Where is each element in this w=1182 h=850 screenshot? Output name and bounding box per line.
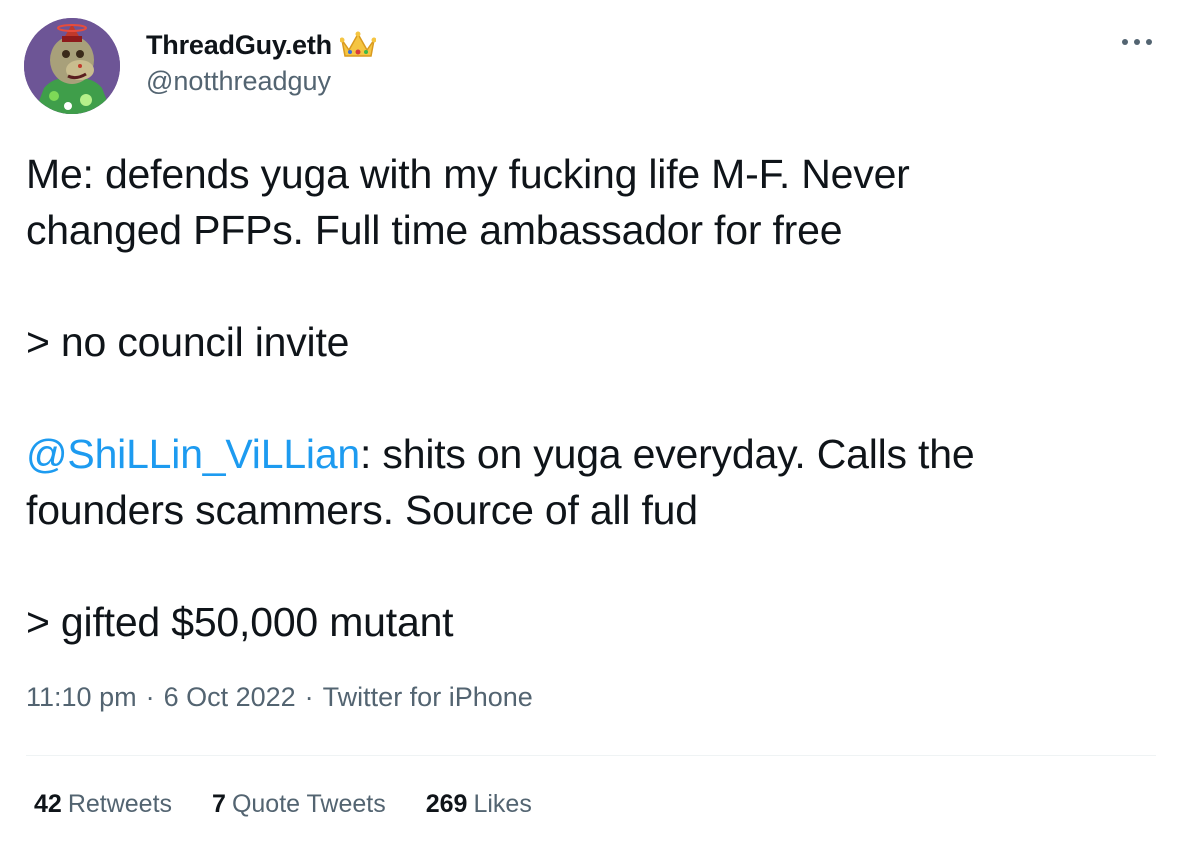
tweet-line-rest: : shits on yuga everyday. Calls the	[360, 431, 975, 477]
likes-stat[interactable]: 269 Likes	[426, 790, 532, 819]
tweet-source[interactable]: Twitter for iPhone	[323, 682, 533, 713]
divider	[26, 755, 1156, 756]
tweet-line: changed PFPs. Full time ambassador for f…	[26, 207, 843, 253]
retweets-stat[interactable]: 42 Retweets	[34, 790, 172, 819]
meta-separator: ·	[304, 682, 314, 712]
tweet-line: Me: defends yuga with my fucking life M-…	[26, 151, 910, 197]
likes-label: Likes	[473, 790, 532, 818]
retweets-label: Retweets	[67, 790, 173, 818]
line-break	[26, 258, 1146, 314]
tweet-line: > gifted $50,000 mutant	[26, 599, 454, 645]
tweet-text: Me: defends yuga with my fucking life M-…	[26, 146, 1146, 650]
more-options-icon[interactable]	[1120, 32, 1154, 52]
line-break	[26, 538, 1146, 594]
tweet-time[interactable]: 11:10 pm	[26, 682, 137, 713]
ape-avatar-icon	[24, 18, 120, 114]
likes-count: 269	[425, 790, 468, 818]
quote-tweets-stat[interactable]: 7 Quote Tweets	[212, 790, 386, 819]
quote-tweets-count: 7	[212, 790, 226, 818]
mention-link[interactable]: @ShiLLin_ViLLian	[26, 431, 360, 477]
tweet-date[interactable]: 6 Oct 2022	[164, 682, 296, 713]
quote-tweets-label: Quote Tweets	[231, 790, 386, 818]
retweets-count: 42	[34, 790, 62, 818]
author-name-row: ThreadGuy.eth	[146, 26, 377, 64]
tweet-stats: 42 Retweets 7 Quote Tweets 269 Likes	[34, 790, 572, 819]
tweet-card: ThreadGuy.eth @notthreadguy Me: defends …	[0, 0, 1182, 850]
avatar[interactable]	[24, 18, 120, 114]
display-name[interactable]: ThreadGuy.eth	[146, 30, 332, 61]
tweet-line-mention: @ShiLLin_ViLLian: shits on yuga everyday…	[26, 426, 1146, 482]
tweet-line: founders scammers. Source of all fud	[26, 487, 698, 533]
tweet-meta: 11:10 pm · 6 Oct 2022 · Twitter for iPho…	[26, 682, 533, 713]
tweet-line: > no council invite	[26, 319, 350, 365]
line-break	[26, 370, 1146, 426]
crown-icon	[339, 30, 377, 60]
author-handle[interactable]: @notthreadguy	[146, 66, 331, 97]
meta-separator: ·	[145, 682, 155, 712]
